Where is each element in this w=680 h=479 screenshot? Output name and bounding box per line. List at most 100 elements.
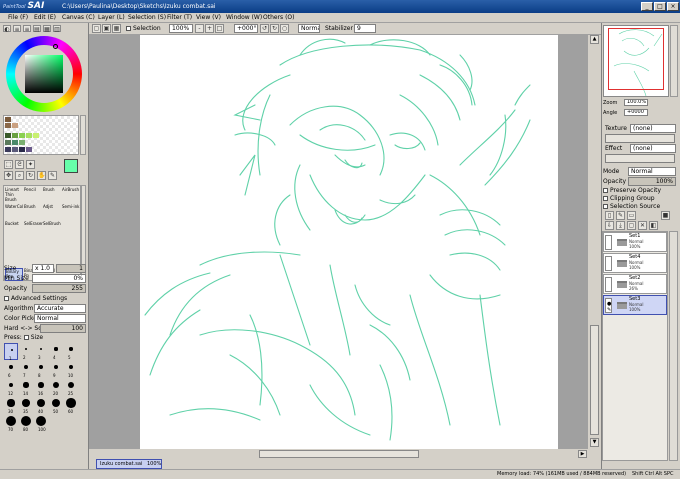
press-size-checkbox[interactable]: [23, 335, 29, 340]
swatch-grid[interactable]: [3, 115, 79, 155]
tool-semi-ink[interactable]: Semi-ink: [62, 204, 80, 220]
clipping-group-checkbox[interactable]: [603, 196, 608, 201]
color-wheel-icon[interactable]: ◐: [3, 25, 11, 33]
new-folder-icon[interactable]: ▭: [627, 211, 636, 220]
deselect-icon[interactable]: ▣: [102, 24, 111, 33]
brush-size-preset[interactable]: 60: [64, 397, 78, 414]
zoom-icon[interactable]: ⌕: [15, 171, 24, 180]
tool-adjust[interactable]: Adjst: [43, 204, 61, 220]
blend-mode-select[interactable]: Normal: [298, 24, 320, 33]
advanced-settings-toggle[interactable]: Advanced Settings: [4, 295, 67, 302]
menu-others[interactable]: Others (O): [263, 14, 294, 21]
visibility-toggle[interactable]: [605, 256, 612, 271]
selection-toggle[interactable]: Selection: [126, 25, 161, 32]
brush-size-preset[interactable]: 80: [19, 415, 33, 432]
rotate-icon[interactable]: ↻: [26, 171, 35, 180]
scratchpad-icon[interactable]: ▦: [43, 25, 51, 33]
brush-size-preset[interactable]: 1: [4, 343, 18, 361]
brush-size-preset[interactable]: 14: [19, 379, 33, 396]
new-linework-layer-icon[interactable]: ✎: [616, 211, 625, 220]
transfer-down-icon[interactable]: ⇩: [605, 221, 614, 230]
texture-select[interactable]: (none): [630, 124, 676, 133]
tool-airbrush[interactable]: AirBrush: [62, 187, 80, 203]
menu-filter[interactable]: Filter (T): [167, 14, 192, 21]
navigator-scrollbar[interactable]: [670, 25, 678, 97]
brush-size-preset[interactable]: 12: [4, 379, 18, 396]
visibility-toggle[interactable]: ● ✎: [605, 298, 612, 313]
brush-size-preset[interactable]: 8: [34, 361, 48, 378]
color-square[interactable]: [25, 55, 63, 93]
color-picker-select[interactable]: Normal: [34, 314, 86, 323]
delete-layer-icon[interactable]: ✕: [638, 221, 647, 230]
horizontal-scroll-thumb[interactable]: [259, 450, 419, 458]
maximize-button[interactable]: □: [654, 2, 666, 11]
zoom-in-icon[interactable]: +: [205, 24, 214, 33]
brush-size-preset[interactable]: 9: [49, 361, 63, 378]
angle-select[interactable]: +000°: [234, 24, 258, 33]
vertical-scroll-thumb[interactable]: [590, 325, 599, 435]
zoom-out-icon[interactable]: -: [195, 24, 204, 33]
navigator-view-rect[interactable]: [608, 28, 664, 90]
invert-selection-icon[interactable]: ▦: [112, 24, 121, 33]
magic-wand-icon[interactable]: ✦: [26, 160, 35, 169]
move-icon[interactable]: ✥: [4, 171, 13, 180]
visibility-toggle[interactable]: [605, 235, 612, 250]
selection-source-option[interactable]: Selection Source: [603, 203, 660, 210]
size-slider[interactable]: 1: [56, 264, 86, 273]
layer-row[interactable]: Set2 Normal 26%: [603, 274, 667, 294]
advanced-settings-checkbox[interactable]: [4, 296, 9, 301]
layer-row[interactable]: Set4 Normal 100%: [603, 253, 667, 273]
brush-size-preset[interactable]: 30: [4, 397, 18, 414]
drawing-canvas[interactable]: [140, 35, 558, 449]
brush-size-preset[interactable]: 40: [34, 397, 48, 414]
effect-select[interactable]: (none): [630, 144, 676, 153]
selection-checkbox[interactable]: [126, 26, 131, 31]
visibility-toggle[interactable]: [605, 277, 612, 292]
algorithm-select[interactable]: Accurate: [34, 304, 86, 313]
menu-selection[interactable]: Selection (S): [128, 14, 166, 21]
size-multiplier-select[interactable]: x 1.0: [32, 264, 54, 273]
tool-sel-brush[interactable]: SelBrush: [43, 221, 61, 237]
tool-sel-eraser[interactable]: SelEraser: [24, 221, 43, 237]
menu-view[interactable]: View (V): [196, 14, 221, 21]
texture-scale-slider[interactable]: [605, 134, 675, 143]
menu-edit[interactable]: Edit (E): [34, 14, 56, 21]
close-button[interactable]: ×: [667, 2, 679, 11]
clear-layer-icon[interactable]: ▢: [627, 221, 636, 230]
lasso-icon[interactable]: ᘓ: [15, 160, 24, 169]
layer-properties-icon[interactable]: ■: [661, 211, 670, 220]
brush-size-preset[interactable]: 70: [4, 415, 18, 432]
hue-marker[interactable]: [53, 44, 58, 49]
layer-opacity-slider[interactable]: 100%: [628, 177, 676, 186]
canvas-vertical-scrollbar[interactable]: ▲ ▼: [588, 35, 601, 459]
brush-size-preset[interactable]: 7: [19, 361, 33, 378]
layer-list-scrollbar[interactable]: [669, 231, 678, 461]
swatch-scrollbar[interactable]: [80, 115, 86, 155]
clipping-group-option[interactable]: Clipping Group: [603, 195, 655, 202]
brush-size-preset[interactable]: 100: [34, 415, 48, 432]
brush-size-preset[interactable]: 2: [19, 343, 33, 360]
navigator-zoom-field[interactable]: 100.0%: [624, 99, 648, 106]
brush-size-presets[interactable]: 1 2 3 4 5 6 7 8 9 10 12 14 16 20 25 30 35 40 50 60 70 80 100: [3, 342, 81, 434]
hand-icon[interactable]: ✋: [37, 171, 46, 180]
brush-size-preset[interactable]: 25: [64, 379, 78, 396]
min-size-slider[interactable]: 0%: [32, 274, 86, 283]
tool-brush[interactable]: Brush: [43, 187, 61, 203]
scroll-up-icon[interactable]: ▲: [590, 35, 599, 44]
menu-layer[interactable]: Layer (L): [98, 14, 125, 21]
canvas-horizontal-scrollbar[interactable]: ▶: [89, 449, 588, 459]
marquee-icon[interactable]: ⬚: [4, 160, 13, 169]
rotate-right-icon[interactable]: ↻: [270, 24, 279, 33]
select-all-icon[interactable]: ▢: [92, 24, 101, 33]
brush-size-preset[interactable]: 35: [19, 397, 33, 414]
brush-size-preset[interactable]: 16: [34, 379, 48, 396]
tool-pencil[interactable]: Pencil: [24, 187, 42, 203]
hard-soft-slider[interactable]: 100: [40, 324, 86, 333]
brush-size-preset[interactable]: 4: [49, 343, 63, 360]
hsv-slider-icon[interactable]: ≡: [23, 25, 31, 33]
document-tab[interactable]: Izuku combat.sai 100%: [96, 459, 162, 469]
brush-size-preset[interactable]: 50: [49, 397, 63, 414]
effect-width-slider[interactable]: [605, 154, 675, 163]
layer-row-selected[interactable]: ● ✎ Set3 Normal 100%: [603, 295, 667, 315]
tool-brush2[interactable]: Brush: [24, 204, 42, 220]
